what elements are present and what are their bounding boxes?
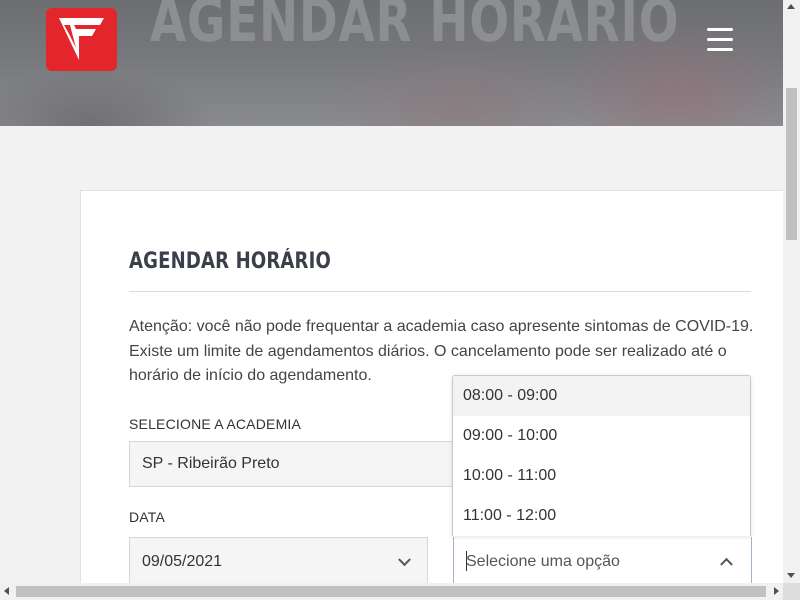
text-caret	[466, 551, 467, 571]
chevron-down-icon	[398, 553, 411, 567]
vertical-scrollbar[interactable]	[783, 0, 800, 583]
notice-line: Existe um limite de agendamentos diários…	[129, 342, 727, 360]
vertical-scroll-thumb[interactable]	[786, 88, 797, 240]
scrollbar-corner	[783, 583, 800, 600]
academy-label: SELECIONE A ACADEMIA	[129, 416, 302, 432]
menu-bar	[707, 28, 733, 31]
date-select[interactable]: 09/05/2021	[129, 537, 428, 587]
time-select[interactable]: Selecione uma opção	[453, 537, 752, 587]
menu-bar	[707, 38, 733, 41]
notice-line: Atenção: você não pode frequentar a acad…	[129, 318, 754, 335]
time-option[interactable]: 11:00 - 12:00	[453, 496, 750, 536]
time-option[interactable]: 09:00 - 10:00	[453, 416, 750, 456]
scroll-up-icon[interactable]	[787, 4, 795, 9]
scroll-left-icon[interactable]	[4, 587, 9, 595]
time-select-placeholder: Selecione uma opção	[466, 552, 620, 570]
date-label: DATA	[129, 509, 166, 525]
card-title: AGENDAR HORÁRIO	[129, 249, 331, 274]
scroll-right-icon[interactable]	[774, 587, 779, 595]
time-option[interactable]: 08:00 - 09:00	[453, 376, 750, 416]
time-option[interactable]: 10:00 - 11:00	[453, 456, 750, 496]
horizontal-scroll-thumb[interactable]	[16, 586, 766, 597]
hamburger-menu-icon[interactable]	[707, 28, 733, 52]
hero-banner: AGENDAR HORÁRIO	[0, 0, 783, 126]
horizontal-scrollbar[interactable]	[0, 583, 783, 600]
academy-select-value: SP - Ribeirão Preto	[142, 455, 280, 472]
chevron-up-icon	[720, 557, 733, 571]
logo[interactable]	[46, 8, 117, 71]
hero-background-shape	[0, 70, 220, 126]
hero-title: AGENDAR HORÁRIO	[150, 0, 680, 56]
menu-bar	[707, 48, 733, 51]
title-divider	[129, 291, 751, 292]
time-options-dropdown: 08:00 - 09:00 09:00 - 10:00 10:00 - 11:0…	[452, 375, 751, 536]
academy-select[interactable]: SP - Ribeirão Preto	[129, 441, 459, 487]
flash-f-logo-icon	[59, 18, 104, 60]
scroll-down-icon[interactable]	[787, 573, 795, 578]
date-select-value: 09/05/2021	[142, 553, 223, 570]
